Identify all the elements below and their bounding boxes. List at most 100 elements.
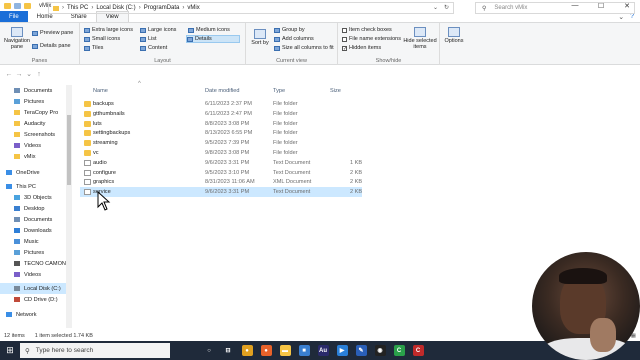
- file-row[interactable]: audio 9/6/2023 3:31 PM Text Document 1 KB: [80, 158, 362, 168]
- recent-locations-icon[interactable]: ⌄: [24, 70, 34, 78]
- file-row[interactable]: service 9/6/2023 3:31 PM Text Document 2 KB: [80, 187, 362, 198]
- new-folder-icon[interactable]: [24, 2, 31, 9]
- sidebar-item[interactable]: 3D Objects: [0, 192, 66, 203]
- sidebar-item[interactable]: Downloads: [0, 225, 66, 236]
- search-box[interactable]: ⚲ Search vMix: [475, 2, 635, 14]
- sidebar-item[interactable]: Pictures: [0, 96, 66, 107]
- file-row[interactable]: backups 6/11/2023 2:37 PM File folder: [80, 99, 362, 109]
- sidebar-item[interactable]: Videos: [0, 269, 66, 280]
- navigation-pane-button[interactable]: Navigation pane: [3, 27, 31, 50]
- sidebar-item[interactable]: Local Disk (C:): [0, 283, 66, 294]
- file-row[interactable]: gtthumbnails 6/11/2023 2:47 PM File folder: [80, 109, 362, 119]
- layout-small-icons[interactable]: Small icons: [84, 36, 120, 42]
- forward-arrow-icon[interactable]: →: [14, 71, 24, 78]
- sidebar-item[interactable]: vMix: [0, 151, 66, 162]
- taskbar-app[interactable]: ✎: [353, 343, 369, 359]
- taskbar-app[interactable]: ▬: [277, 343, 293, 359]
- sort-by-button[interactable]: Sort by: [250, 29, 270, 46]
- sidebar-item[interactable]: Desktop: [0, 203, 66, 214]
- column-header-size[interactable]: Size: [330, 86, 341, 96]
- taskbar-search[interactable]: ⚲ Type here to search: [20, 343, 170, 358]
- sidebar-item[interactable]: Music: [0, 236, 66, 247]
- preview-pane-button[interactable]: Preview pane: [32, 30, 73, 36]
- taskbar-app[interactable]: ⊟: [220, 343, 236, 359]
- hide-selected-items-button[interactable]: Hide selected items: [402, 27, 438, 50]
- hidden-items-toggle[interactable]: Hidden items: [342, 45, 381, 51]
- search-icon: ⚲: [482, 5, 487, 12]
- layout-medium-icons[interactable]: Medium icons: [188, 27, 230, 33]
- sidebar-item-label: TECNO CAMON: [24, 260, 66, 267]
- column-header-date[interactable]: Date modified: [205, 86, 240, 96]
- sidebar-item-label: CD Drive (D:): [24, 296, 58, 303]
- nav-scrollbar[interactable]: [66, 85, 72, 328]
- sidebar-item[interactable]: This PC: [0, 181, 66, 192]
- folder-icon: [14, 110, 20, 115]
- taskbar-app[interactable]: ○: [201, 343, 217, 359]
- breadcrumb-local-disk[interactable]: Local Disk (C:): [96, 5, 135, 11]
- item-check-boxes-toggle[interactable]: Item check boxes: [342, 27, 392, 33]
- sidebar-item[interactable]: Documents: [0, 85, 66, 96]
- options-button[interactable]: Options: [442, 27, 466, 44]
- sidebar-item[interactable]: Network: [0, 309, 66, 320]
- group-by-button[interactable]: Group by: [274, 27, 305, 33]
- nav-scrollbar-thumb[interactable]: [67, 115, 71, 185]
- music-icon: [14, 239, 20, 244]
- column-header-type[interactable]: Type: [273, 86, 285, 96]
- properties-icon[interactable]: [14, 2, 21, 9]
- breadcrumb-programdata[interactable]: ProgramData: [144, 5, 180, 11]
- taskbar-app[interactable]: C: [410, 343, 426, 359]
- back-arrow-icon[interactable]: ←: [4, 71, 14, 78]
- sidebar-item[interactable]: TeraCopy Pro: [0, 107, 66, 118]
- taskbar-app[interactable]: ▶: [334, 343, 350, 359]
- layout-content[interactable]: Content: [140, 45, 167, 51]
- sidebar-item-label: Documents: [24, 216, 53, 223]
- layout-tiles[interactable]: Tiles: [84, 45, 103, 51]
- address-bar[interactable]: › This PC › Local Disk (C:) › ProgramDat…: [48, 2, 454, 14]
- layout-list[interactable]: List: [140, 36, 157, 42]
- sidebar-item[interactable]: Screenshots: [0, 129, 66, 140]
- breadcrumb-vmix[interactable]: vMix: [187, 5, 199, 11]
- sidebar-item[interactable]: Documents: [0, 214, 66, 225]
- sidebar-item[interactable]: CD Drive (D:): [0, 294, 66, 305]
- taskbar-app[interactable]: C: [391, 343, 407, 359]
- item-check-boxes-checkbox[interactable]: [342, 27, 347, 33]
- taskbar-search-placeholder: Type here to search: [35, 347, 94, 354]
- file-row[interactable]: configure 9/5/2023 3:10 PM Text Document 2 …: [80, 168, 362, 178]
- file-name-extensions-checkbox[interactable]: [342, 36, 347, 42]
- file-row[interactable]: luts 8/8/2023 3:08 PM File folder: [80, 119, 362, 129]
- capcut-icon: C: [412, 345, 424, 356]
- file-row[interactable]: settingbackups 8/13/2023 6:55 PM File fold…: [80, 128, 362, 138]
- help-icon[interactable]: ?: [630, 13, 634, 20]
- file-row[interactable]: streaming 9/5/2023 7:39 PM File folder: [80, 138, 362, 148]
- taskbar-app[interactable]: ◉: [372, 343, 388, 359]
- column-header-name[interactable]: Name: [93, 86, 108, 96]
- tab-file[interactable]: File: [0, 11, 28, 22]
- sidebar-item[interactable]: TECNO CAMON: [0, 258, 66, 269]
- layout-extra-large-icons[interactable]: Extra large icons: [84, 27, 133, 33]
- sidebar-item[interactable]: Pictures: [0, 247, 66, 258]
- taskbar-app[interactable]: ■: [296, 343, 312, 359]
- file-name-extensions-toggle[interactable]: File name extensions: [342, 36, 401, 42]
- add-columns-button[interactable]: Add columns: [274, 36, 314, 42]
- windows-start-icon[interactable]: ⊞: [0, 345, 20, 356]
- folder-icon[interactable]: [4, 2, 11, 9]
- mouse-cursor-icon: [97, 191, 111, 211]
- store-icon: ■: [298, 345, 310, 356]
- breadcrumb-this-pc[interactable]: This PC: [67, 5, 88, 11]
- sidebar-item[interactable]: Videos: [0, 140, 66, 151]
- address-dropdown-icon[interactable]: ⌄: [433, 4, 438, 11]
- taskbar-app[interactable]: Au: [315, 343, 331, 359]
- size-all-columns-button[interactable]: Size all columns to fit: [274, 45, 334, 51]
- sidebar-item[interactable]: OneDrive: [0, 167, 66, 178]
- up-arrow-icon[interactable]: ↑: [34, 71, 44, 78]
- taskbar-app[interactable]: ●: [258, 343, 274, 359]
- details-pane-button[interactable]: Details pane: [32, 43, 71, 49]
- taskbar-app[interactable]: ●: [239, 343, 255, 359]
- file-row[interactable]: vc 9/8/2023 3:08 PM File folder: [80, 148, 362, 158]
- sidebar-item[interactable]: Audacity: [0, 118, 66, 129]
- layout-details[interactable]: Details: [186, 35, 240, 43]
- layout-large-icons[interactable]: Large icons: [140, 27, 176, 33]
- file-row[interactable]: graphics 8/31/2023 11:06 AM XML Document 2 …: [80, 177, 362, 187]
- hidden-items-checkbox[interactable]: [342, 45, 347, 51]
- refresh-icon[interactable]: ↻: [444, 4, 449, 11]
